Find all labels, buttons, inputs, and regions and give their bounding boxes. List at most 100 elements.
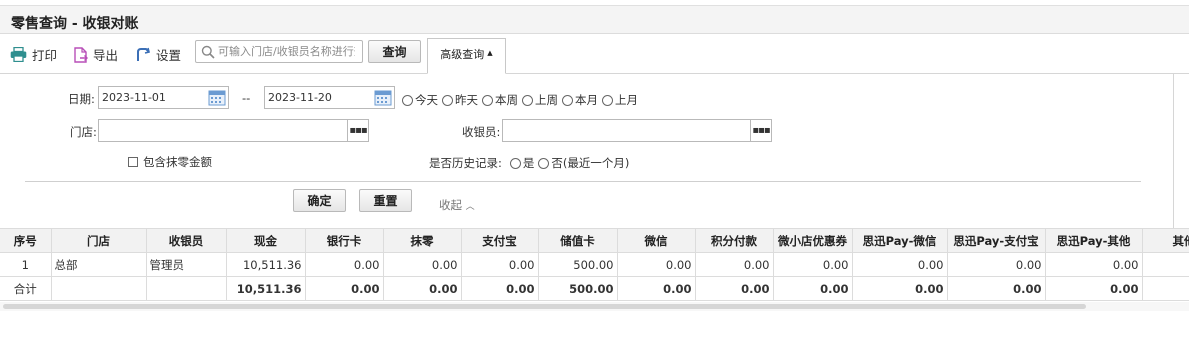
table-cell: 0.00 (461, 252, 539, 277)
table-cell: 1 (0, 252, 52, 277)
table-row[interactable]: 1 总部 管理员 10,511.36 0.00 0.00 0.00 500.00… (0, 252, 1189, 277)
column-header[interactable]: 积分付款 (695, 228, 774, 253)
table-cell: 管理员 (146, 252, 227, 277)
store-field[interactable]: ▪▪▪ (98, 119, 369, 142)
history-label: 是否历史记录: (429, 156, 502, 170)
table-cell: 0.00 (947, 252, 1046, 277)
search-box[interactable] (195, 40, 363, 63)
date-to-value: 2023-11-20 (268, 91, 332, 104)
radio-history-no[interactable]: 否(最近一个月) (538, 155, 629, 171)
column-header[interactable]: 收银员 (146, 228, 227, 253)
column-header[interactable]: 其他 (1142, 228, 1189, 253)
reset-button[interactable]: 重置 (359, 189, 412, 212)
cashier-picker-button[interactable]: ▪▪▪ (750, 120, 771, 141)
total-cell: 0.00 (383, 276, 462, 301)
include-rounding-label: 包含抹零金额 (143, 155, 212, 169)
table-cell: 0.00 (617, 252, 696, 277)
radio-yesterday[interactable]: 昨天 (442, 92, 478, 108)
column-header[interactable]: 思迅Pay-微信 (852, 228, 948, 253)
total-cell: 500.00 (538, 276, 618, 301)
total-row: 合计 10,511.36 0.00 0.00 0.00 500.00 0.00 … (0, 276, 1189, 301)
query-button[interactable]: 查询 (368, 40, 421, 63)
column-header[interactable]: 支付宝 (461, 228, 539, 253)
table-cell: 0.00 (383, 252, 462, 277)
column-header[interactable]: 储值卡 (538, 228, 618, 253)
total-cell: 合计 (0, 276, 52, 301)
column-header[interactable]: 微信 (617, 228, 696, 253)
column-header[interactable]: 思迅Pay-支付宝 (947, 228, 1046, 253)
total-cell: 0.00 (773, 276, 853, 301)
date-label: 日期: (68, 92, 95, 106)
data-grid: 序号 门店 收银员 现金 银行卡 抹零 支付宝 储值卡 微信 积分付款 微小店优… (0, 228, 1189, 302)
total-cell: 0.00 (852, 276, 948, 301)
table-cell: 0.00 (852, 252, 948, 277)
include-rounding-option[interactable]: 包含抹零金额 (128, 154, 212, 170)
table-cell: 10,511.36 (226, 252, 306, 277)
history-group: 是否历史记录: 是 否(最近一个月) (429, 155, 633, 171)
table-cell: 0.00 (305, 252, 384, 277)
confirm-button[interactable]: 确定 (293, 189, 346, 212)
total-cell: 0.00 (695, 276, 774, 301)
table-header-row: 序号 门店 收银员 现金 银行卡 抹零 支付宝 储值卡 微信 积分付款 微小店优… (0, 228, 1189, 253)
radio-last-month[interactable]: 上月 (602, 92, 638, 108)
radio-history-yes[interactable]: 是 (509, 155, 534, 171)
calendar-icon[interactable] (374, 89, 392, 106)
total-cell (51, 276, 147, 301)
total-cell (1142, 276, 1189, 301)
tab-divider (0, 73, 1189, 74)
horizontal-scrollbar-thumb[interactable] (3, 304, 1086, 309)
search-input[interactable] (215, 45, 355, 58)
date-from-value: 2023-11-01 (102, 91, 166, 104)
column-header[interactable]: 现金 (226, 228, 306, 253)
collapse-toggle[interactable]: 收起 ︿ (439, 197, 475, 213)
total-cell: 0.00 (617, 276, 696, 301)
column-header[interactable]: 银行卡 (305, 228, 384, 253)
total-cell: 0.00 (947, 276, 1046, 301)
export-file-icon (74, 46, 88, 63)
column-header[interactable]: 抹零 (383, 228, 462, 253)
date-to-field[interactable]: 2023-11-20 (264, 86, 395, 109)
total-cell (146, 276, 227, 301)
store-picker-button[interactable]: ▪▪▪ (347, 120, 368, 141)
column-header[interactable]: 序号 (0, 228, 52, 253)
chevron-up-icon: ︿ (465, 202, 475, 212)
column-header[interactable]: 微小店优惠券 (773, 228, 853, 253)
table-cell: 0.00 (1045, 252, 1143, 277)
print-button[interactable]: 打印 (10, 45, 57, 64)
table-cell: 0.00 (695, 252, 774, 277)
radio-today[interactable]: 今天 (402, 92, 438, 108)
radio-this-month[interactable]: 本月 (562, 92, 598, 108)
title-bar: 零售查询 - 收银对账 (0, 5, 1189, 34)
calendar-icon[interactable] (208, 89, 226, 106)
export-button[interactable]: 导出 (74, 45, 118, 64)
table-cell (1142, 252, 1189, 277)
date-separator: -- (242, 91, 251, 105)
table-cell: 500.00 (538, 252, 618, 277)
page-title: 零售查询 - 收银对账 (11, 16, 139, 32)
search-icon (201, 45, 215, 59)
panel-right-edge (1173, 74, 1189, 230)
collapse-label: 收起 (439, 198, 462, 212)
data-table: 序号 门店 收银员 现金 银行卡 抹零 支付宝 储值卡 微信 积分付款 微小店优… (0, 228, 1189, 301)
store-label: 门店: (70, 125, 97, 139)
printer-icon (10, 47, 27, 62)
settings-label: 设置 (156, 48, 182, 63)
cashier-field[interactable]: ▪▪▪ (502, 119, 772, 142)
radio-this-week[interactable]: 本周 (482, 92, 518, 108)
date-from-field[interactable]: 2023-11-01 (98, 86, 229, 109)
total-cell: 10,511.36 (226, 276, 306, 301)
tab-advanced-query-label: 高级查询 (440, 48, 485, 61)
radio-last-week[interactable]: 上周 (522, 92, 558, 108)
export-label: 导出 (93, 48, 119, 63)
settings-icon (137, 47, 150, 61)
total-cell: 0.00 (305, 276, 384, 301)
total-cell: 0.00 (461, 276, 539, 301)
settings-button[interactable]: 设置 (136, 45, 181, 64)
column-header[interactable]: 思迅Pay-其他 (1045, 228, 1143, 253)
column-header[interactable]: 门店 (51, 228, 147, 253)
include-rounding-checkbox[interactable] (128, 157, 138, 167)
print-label: 打印 (32, 48, 58, 63)
table-cell: 总部 (51, 252, 147, 277)
tab-advanced-query[interactable]: 高级查询 ▲ (427, 38, 506, 74)
quick-date-group: 今天 昨天 本周 上周 本月 上月 (402, 92, 642, 108)
